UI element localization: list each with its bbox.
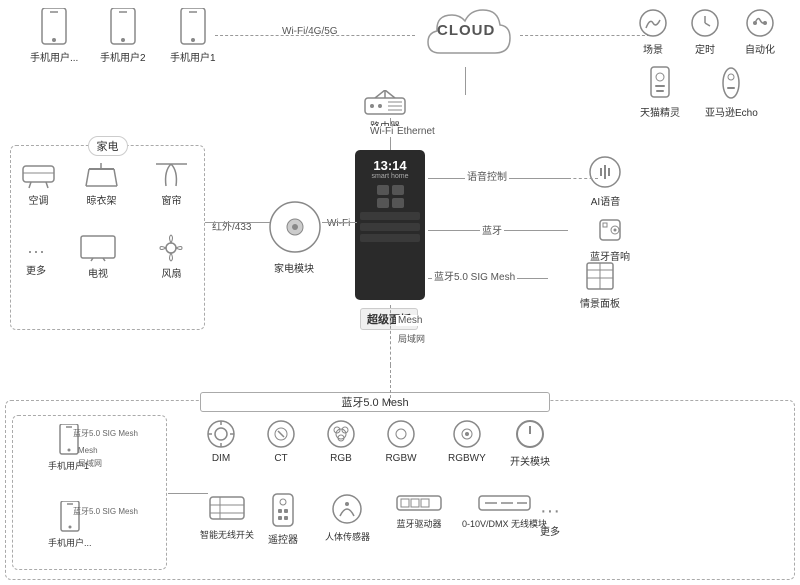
rgbw-icon: RGBW: [385, 418, 417, 464]
more-icon: ··· 更多: [540, 500, 560, 538]
more-appliance-icon: ··· 更多: [26, 241, 46, 277]
cloud-router-line: [465, 67, 466, 95]
motion-sensor-icon: 人体传感器: [325, 492, 370, 543]
clothes-rack-icon: 晾衣架: [84, 161, 119, 207]
ir433-label: 红外/433: [210, 218, 253, 233]
switch-module-icon: 开关模块: [510, 418, 550, 468]
ir-module-label: 家电模块: [266, 260, 322, 275]
bt-label: 蓝牙: [480, 222, 504, 237]
echo-icon-box: 亚马逊Echo: [705, 65, 758, 119]
ir-module-icon: [268, 200, 323, 258]
mesh-left-box: 手机用户1 蓝牙5.0 SIG Mesh Mesh 局域网 手机用户... 蓝牙…: [12, 415, 167, 570]
ai-voice-connect-line: [568, 178, 598, 179]
phone-user-1: 手机用户1: [170, 8, 216, 64]
local-net-label: 局域网: [396, 332, 427, 345]
bt-driver-icon: 蓝牙驱动器: [395, 492, 443, 530]
scene-panel-icon: 情景面板: [580, 260, 620, 310]
timer-icon-box: 定时: [690, 8, 720, 56]
cloud-right-line: [520, 35, 650, 36]
voice-control-label: 语音控制: [465, 168, 509, 183]
phone-user-3: 手机用户...: [30, 8, 78, 64]
phone-user-2: 手机用户2: [100, 8, 146, 64]
cloud-label: CLOUD: [437, 22, 495, 39]
mesh-down-label: Mesh: [396, 315, 424, 326]
ir-sp-line: [322, 222, 357, 223]
rgbwy-icon: RGBWY: [448, 418, 486, 464]
ac-icon: 空调: [21, 161, 56, 207]
curtain-icon: 窗帘: [154, 161, 189, 207]
tv-icon: 电视: [79, 234, 117, 280]
scene-icon-box: 场景: [638, 8, 668, 56]
smart-switch-icon: 智能无线开关: [200, 495, 254, 541]
super-panel-device: 13:14 smart home: [355, 150, 425, 300]
sp-bottom-line: [390, 365, 391, 403]
ha-ir-line: [205, 222, 270, 223]
left-to-devices-line: [168, 493, 208, 494]
bt-speaker-icon: 蓝牙音响: [590, 215, 630, 263]
mesh-lan-label: Mesh: [78, 446, 98, 455]
fan-icon: 风扇: [154, 234, 189, 280]
lan-label: 局域网: [78, 458, 102, 469]
ethernet-label: Ethernet: [395, 126, 437, 137]
bt-sig-mesh-label-2: 蓝牙5.0 SIG Mesh: [73, 506, 138, 517]
mesh-down-line: [390, 305, 391, 365]
bt-mesh-top-label: 蓝牙5.0 Mesh: [200, 392, 550, 412]
appliances-box: 家电 空调 晾衣架 窗帘 ··· 更多 电视 风扇: [10, 145, 205, 330]
ai-voice-icon: AI语音: [588, 155, 623, 208]
remote-icon: 遥控器: [268, 492, 298, 546]
tmall-icon-box: 天猫精灵: [640, 65, 680, 119]
ct-icon: CT: [265, 418, 297, 464]
wifi-ir-sp-label: Wi-Fi: [325, 218, 352, 229]
dim-icon: DIM: [205, 418, 237, 464]
appliances-title: 家电: [88, 136, 128, 156]
dmx-icon: 0-10V/DMX 无线模块: [462, 492, 547, 530]
bt-mesh-label-right: 蓝牙5.0 SIG Mesh: [432, 268, 517, 283]
rgb-icon: RGB: [325, 418, 357, 464]
bt-sig-mesh-label-1: 蓝牙5.0 SIG Mesh: [73, 428, 138, 439]
phones-cloud-line: [215, 35, 415, 36]
wifi-label: Wi-Fi: [368, 126, 395, 137]
auto-icon-box: 自动化: [745, 8, 775, 56]
